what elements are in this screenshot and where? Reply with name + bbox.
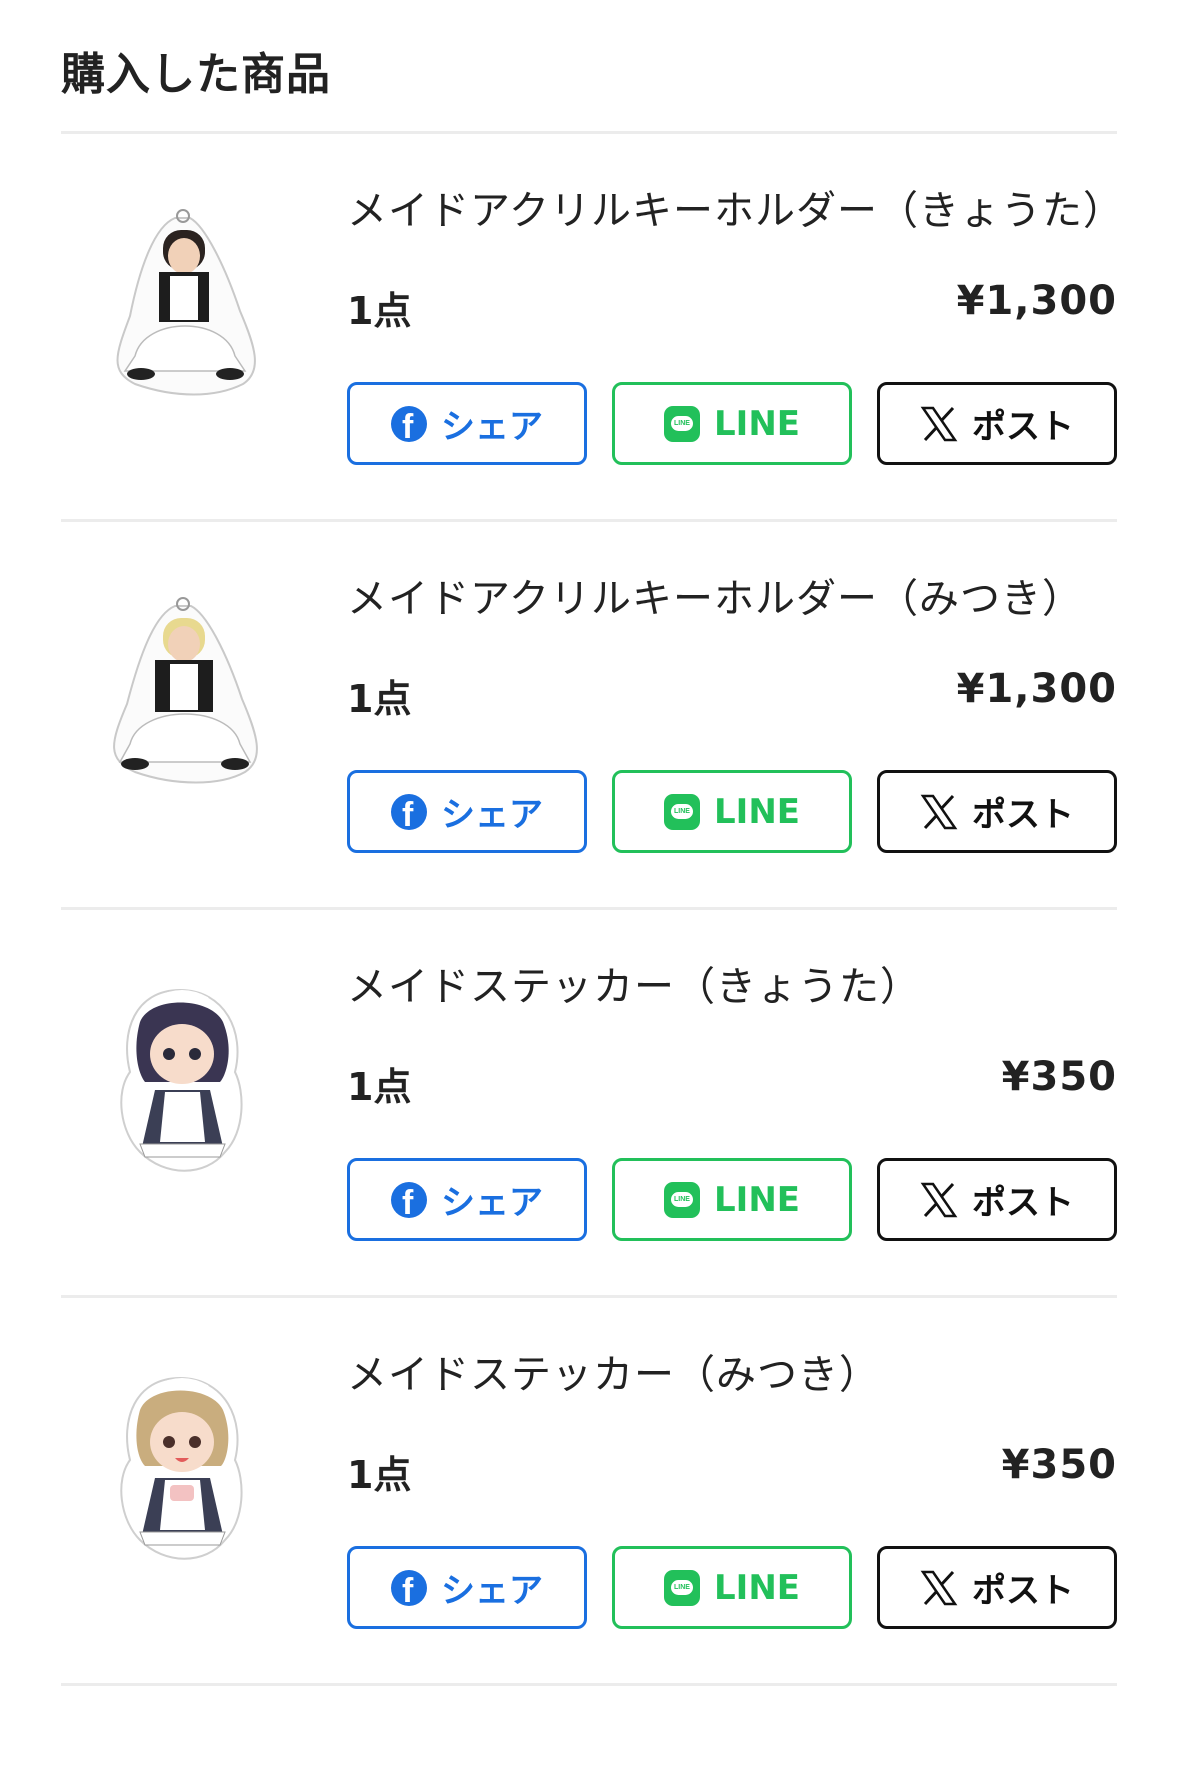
product-name[interactable]: メイドステッカー（きょうた） bbox=[347, 954, 921, 1012]
product-price: ¥1,300 bbox=[956, 666, 1117, 712]
x-post-label: ポスト bbox=[972, 795, 1074, 835]
x-logo-icon bbox=[920, 1569, 958, 1607]
line-share-label: LINE bbox=[714, 1567, 800, 1608]
product-image-acrylic-keychain bbox=[95, 206, 270, 406]
product-name[interactable]: メイドステッカー（みつき） bbox=[347, 1342, 880, 1400]
facebook-share-button[interactable]: シェア bbox=[347, 382, 587, 465]
x-logo-icon bbox=[920, 793, 958, 831]
line-share-button[interactable]: LINE LINE bbox=[612, 382, 852, 465]
facebook-icon bbox=[391, 1181, 427, 1223]
line-icon: LINE bbox=[664, 1569, 700, 1606]
facebook-share-button[interactable]: シェア bbox=[347, 770, 587, 853]
x-logo-icon bbox=[920, 405, 958, 443]
facebook-share-label: シェア bbox=[441, 795, 543, 835]
x-post-label: ポスト bbox=[972, 1183, 1074, 1223]
product-name[interactable]: メイドアクリルキーホルダー（みつき） bbox=[347, 566, 1083, 624]
x-post-button[interactable]: ポスト bbox=[877, 770, 1117, 853]
x-post-label: ポスト bbox=[972, 407, 1074, 447]
line-share-button[interactable]: LINE LINE bbox=[612, 1546, 852, 1629]
line-icon: LINE bbox=[664, 1181, 700, 1218]
line-share-button[interactable]: LINE LINE bbox=[612, 770, 852, 853]
facebook-share-button[interactable]: シェア bbox=[347, 1158, 587, 1241]
product-price: ¥350 bbox=[1001, 1442, 1117, 1488]
facebook-share-label: シェア bbox=[441, 1571, 543, 1611]
purchased-item: メイドアクリルキーホルダー（みつき） 1点 ¥1,300 シェア LINE LI… bbox=[0, 520, 1178, 906]
line-icon: LINE bbox=[664, 793, 700, 830]
product-image-sticker bbox=[95, 1370, 270, 1570]
product-name[interactable]: メイドアクリルキーホルダー（きょうた） bbox=[347, 178, 1124, 236]
facebook-icon bbox=[391, 793, 427, 835]
line-share-label: LINE bbox=[714, 1179, 800, 1220]
facebook-share-button[interactable]: シェア bbox=[347, 1546, 587, 1629]
x-post-button[interactable]: ポスト bbox=[877, 382, 1117, 465]
facebook-share-label: シェア bbox=[441, 407, 543, 447]
x-post-label: ポスト bbox=[972, 1571, 1074, 1611]
product-quantity: 1点 bbox=[347, 1065, 412, 1109]
product-price: ¥1,300 bbox=[956, 278, 1117, 324]
purchased-item: メイドステッカー（みつき） 1点 ¥350 シェア LINE LINE ポスト bbox=[0, 1296, 1178, 1682]
product-image-acrylic-keychain bbox=[95, 594, 270, 794]
purchased-item: メイドステッカー（きょうた） 1点 ¥350 シェア LINE LINE ポスト bbox=[0, 908, 1178, 1294]
x-logo-icon bbox=[920, 1181, 958, 1219]
product-price: ¥350 bbox=[1001, 1054, 1117, 1100]
product-quantity: 1点 bbox=[347, 677, 412, 721]
line-share-button[interactable]: LINE LINE bbox=[612, 1158, 852, 1241]
facebook-icon bbox=[391, 405, 427, 447]
product-quantity: 1点 bbox=[347, 1453, 412, 1497]
facebook-icon bbox=[391, 1569, 427, 1611]
line-icon: LINE bbox=[664, 405, 700, 442]
line-share-label: LINE bbox=[714, 791, 800, 832]
page-title: 購入した商品 bbox=[61, 49, 331, 100]
product-quantity: 1点 bbox=[347, 289, 412, 333]
purchased-item: メイドアクリルキーホルダー（きょうた） 1点 ¥1,300 シェア LINE L… bbox=[0, 132, 1178, 518]
product-image-sticker bbox=[95, 982, 270, 1182]
divider bbox=[61, 1683, 1117, 1686]
x-post-button[interactable]: ポスト bbox=[877, 1546, 1117, 1629]
x-post-button[interactable]: ポスト bbox=[877, 1158, 1117, 1241]
facebook-share-label: シェア bbox=[441, 1183, 543, 1223]
line-share-label: LINE bbox=[714, 403, 800, 444]
